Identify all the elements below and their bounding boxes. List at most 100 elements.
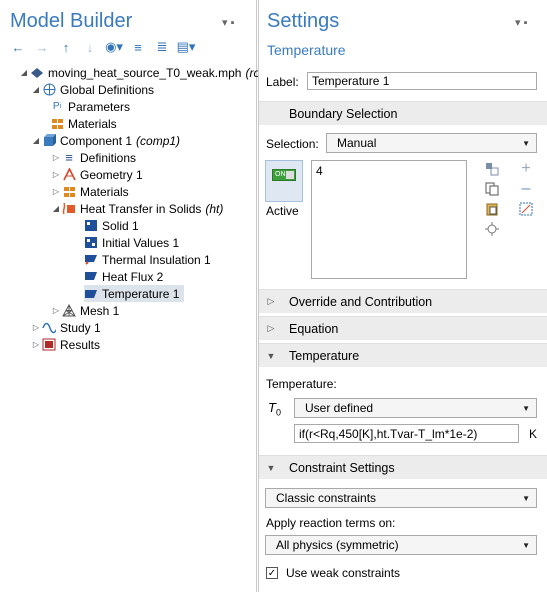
boundary-list[interactable]: 4: [311, 160, 467, 279]
tree-node-study[interactable]: ▷ Study 1: [30, 319, 101, 336]
geometry-icon: [62, 168, 76, 181]
tree-node-geometry[interactable]: ▷ Geometry 1: [50, 166, 143, 183]
reaction-terms-caption: Apply reaction terms on:: [266, 516, 396, 530]
constraint-type-dropdown[interactable]: Classic constraints ▼: [265, 488, 537, 508]
section-boundary-selection[interactable]: Boundary Selection: [259, 101, 547, 125]
tree-node-heat-transfer[interactable]: ◢ Heat Transfer in Solids (ht): [50, 200, 223, 217]
tree-node-global-materials[interactable]: Materials: [50, 115, 117, 132]
weak-constraints-checkbox[interactable]: ✓: [266, 567, 278, 579]
collapse-all-icon[interactable]: ≡: [128, 39, 148, 55]
tree-node-results[interactable]: ▷ Results: [30, 336, 100, 353]
tree-node-label: moving_heat_source_T0_weak.mph: [48, 65, 242, 80]
chevron-down-icon: ▼: [522, 541, 530, 550]
paste-selection-icon[interactable]: [483, 160, 501, 178]
select-box-icon[interactable]: [517, 200, 535, 218]
show-options-icon[interactable]: ◉▾: [104, 39, 124, 55]
section-title: Temperature: [289, 348, 360, 363]
chevron-down-icon: ▼: [522, 404, 530, 413]
section-constraint-settings[interactable]: ▼ Constraint Settings: [259, 455, 547, 479]
materials-icon: [62, 185, 76, 198]
model-icon: [30, 66, 44, 79]
tree-node-component[interactable]: ◢ Component 1 (comp1): [30, 132, 180, 149]
definitions-icon: ≡: [65, 150, 73, 165]
expand-toggle-icon[interactable]: ▷: [50, 170, 62, 179]
sort-menu-icon[interactable]: ▤▾: [176, 39, 196, 55]
section-temperature[interactable]: ▼ Temperature: [259, 343, 547, 367]
section-title: Override and Contribution: [289, 294, 433, 309]
tree-node-label: Mesh 1: [80, 303, 120, 318]
tree-node-label: Parameters: [68, 99, 131, 114]
selection-dropdown[interactable]: Manual ▼: [326, 133, 537, 153]
tree-node-temperature[interactable]: Temperature 1: [84, 285, 184, 302]
temperature-mode-value: User defined: [305, 401, 374, 415]
label-row: Label:: [259, 72, 547, 94]
temperature-mode-dropdown[interactable]: User defined ▼: [294, 398, 537, 418]
collapse-toggle-icon[interactable]: ◢: [18, 68, 30, 77]
tree-node-component-materials[interactable]: ▷ Materials: [50, 183, 129, 200]
active-label: Active: [266, 204, 299, 218]
expand-arrow-icon: ▷: [267, 296, 275, 306]
constraint-type-value: Classic constraints: [276, 491, 377, 505]
move-down-icon[interactable]: ↓: [80, 39, 100, 55]
copy-selection-icon[interactable]: [483, 180, 501, 198]
pane-menu-icon[interactable]: ▾ ▪: [222, 16, 234, 29]
temperature-icon: [84, 287, 98, 300]
section-equation[interactable]: ▷ Equation: [259, 316, 547, 340]
toggle-text: ON: [275, 171, 286, 178]
tree-node-label: Temperature 1: [102, 286, 180, 301]
clear-selection-icon[interactable]: [483, 200, 501, 218]
tree-node-global-definitions[interactable]: ◢ Global Definitions: [30, 81, 154, 98]
tree-node-heat-flux[interactable]: Heat Flux 2: [84, 268, 163, 285]
expand-toggle-icon[interactable]: ▷: [30, 323, 42, 332]
tree-node-model[interactable]: ◢ moving_heat_source_T0_weak.mph (ro: [18, 64, 260, 81]
temperature-expression-input[interactable]: [294, 424, 519, 443]
expand-toggle-icon[interactable]: ▷: [50, 153, 62, 162]
active-toggle-button[interactable]: ON: [265, 160, 303, 202]
boundary-list-item[interactable]: 4: [316, 164, 323, 178]
tree-node-label: Global Definitions: [60, 82, 155, 97]
tree-node-initial-values[interactable]: Initial Values 1: [84, 234, 179, 251]
reaction-terms-dropdown[interactable]: All physics (symmetric) ▼: [265, 535, 537, 555]
tree-node-suffix: (ht): [205, 201, 224, 216]
forward-arrow-icon[interactable]: →: [32, 39, 52, 55]
tree-node-parameters[interactable]: Pi Parameters: [50, 98, 130, 115]
section-title: Boundary Selection: [289, 106, 398, 121]
tree-node-definitions[interactable]: ▷ ≡ Definitions: [50, 149, 136, 166]
toggle-on-icon: ON: [272, 169, 296, 181]
expand-arrow-icon: ▷: [267, 323, 275, 333]
temperature-symbol: T0: [268, 400, 281, 418]
heat-flux-icon: [84, 270, 98, 283]
thermal-insulation-icon: [84, 253, 98, 266]
settings-subtitle: Temperature: [267, 42, 346, 58]
section-override-contribution[interactable]: ▷ Override and Contribution: [259, 289, 547, 313]
temperature-unit: K: [529, 427, 538, 441]
label-input[interactable]: [307, 72, 537, 90]
expand-toggle-icon[interactable]: ▷: [30, 340, 42, 349]
tree-node-label: Results: [60, 337, 101, 352]
parameters-icon: Pi: [52, 101, 62, 112]
tree-node-mesh[interactable]: ▷ Mesh 1: [50, 302, 119, 319]
collapse-toggle-icon[interactable]: ◢: [50, 204, 62, 213]
collapse-arrow-icon: ▼: [266, 350, 276, 361]
tree-node-thermal-insulation[interactable]: Thermal Insulation 1: [84, 251, 211, 268]
tree-node-label: Initial Values 1: [102, 235, 180, 250]
expand-toggle-icon[interactable]: ▷: [50, 187, 62, 196]
pane-menu-icon[interactable]: ▾ ▪: [515, 16, 527, 29]
expand-toggle-icon[interactable]: ▷: [50, 306, 62, 315]
add-to-selection-icon[interactable]: +: [517, 160, 535, 178]
solid-icon: [84, 219, 98, 232]
move-up-icon[interactable]: ↑: [56, 39, 76, 55]
globe-icon: [42, 83, 56, 96]
selection-row: Selection: Manual ▼: [259, 133, 547, 155]
tree-node-label: Materials: [68, 116, 117, 131]
heat-transfer-icon: [62, 202, 76, 215]
tree-node-solid[interactable]: Solid 1: [84, 217, 139, 234]
remove-from-selection-icon[interactable]: –: [517, 180, 535, 198]
collapse-toggle-icon[interactable]: ◢: [30, 85, 42, 94]
symbol-main: T: [268, 400, 276, 415]
collapse-toggle-icon[interactable]: ◢: [30, 136, 42, 145]
back-arrow-icon[interactable]: ←: [8, 39, 28, 55]
zoom-to-selection-icon[interactable]: [483, 220, 501, 238]
expand-all-icon[interactable]: ≣: [152, 39, 172, 55]
tree-node-label: Thermal Insulation 1: [102, 252, 211, 267]
